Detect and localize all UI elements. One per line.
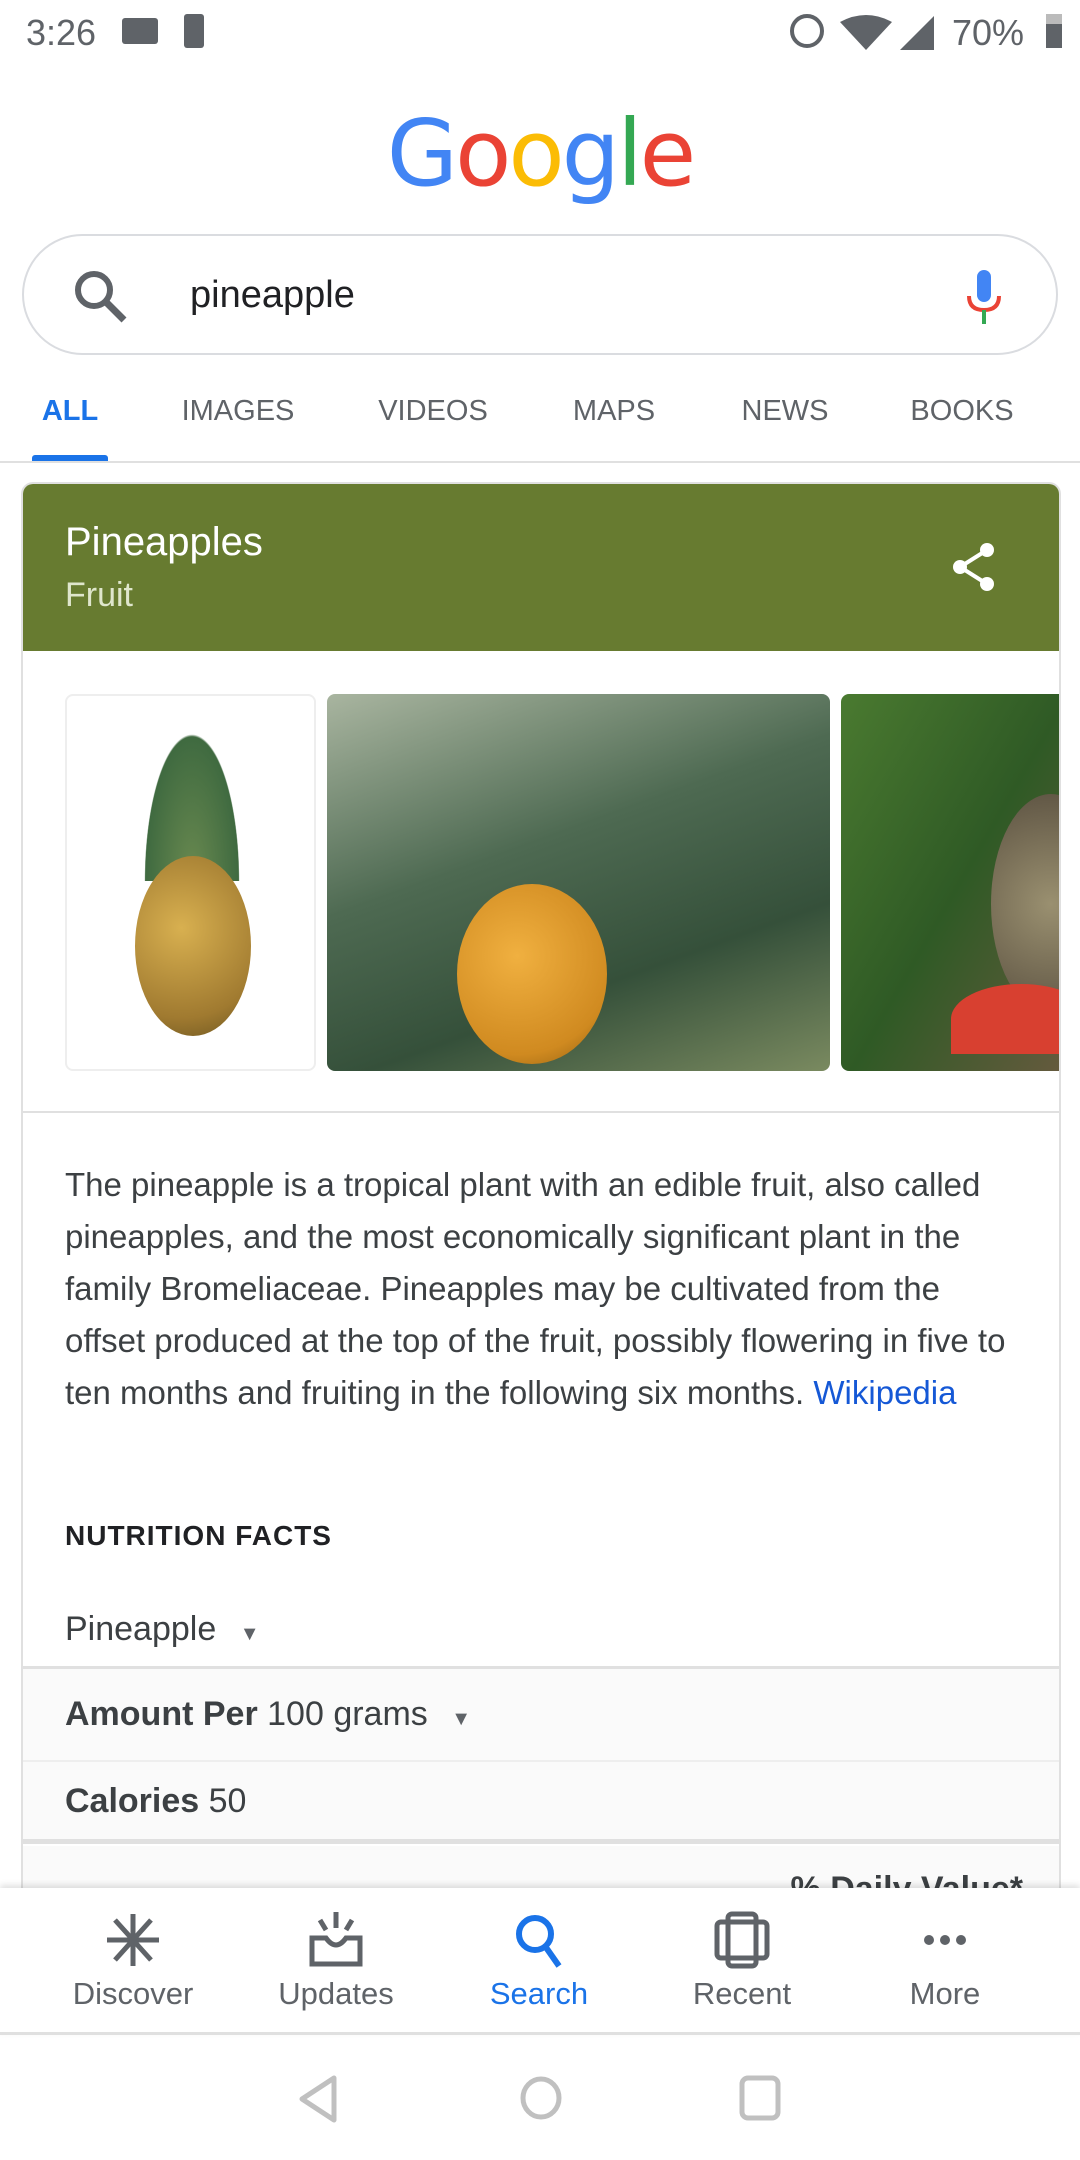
nav-discover[interactable]: Discover [33,1888,233,2035]
tab-books[interactable]: BOOKS [910,395,1013,428]
clock: 3:26 [26,12,97,53]
entity-subtitle: Fruit [65,576,133,614]
nav-more[interactable]: More [845,1888,1045,2035]
image-thumbnail-2[interactable] [327,694,830,1071]
knowledge-panel: Pineapples Fruit The pineapple is a trop… [21,482,1061,1982]
image-thumbnail-1[interactable] [65,694,316,1071]
tab-videos[interactable]: VIDEOS [378,395,488,428]
food-select[interactable]: Pineapple ▼ [65,1610,260,1649]
nav-label: Discover [72,1976,194,2011]
battery-percent: 70% [952,12,1025,53]
status-bar: 3:26 70% [0,0,1080,70]
search-icon [516,1915,562,1968]
home-icon[interactable] [518,2074,564,2122]
back-icon[interactable] [296,2074,340,2124]
calories-value: 50 [208,1782,247,1820]
dropdown-arrow-icon: ▼ [239,1623,260,1645]
amount-label: Amount Per [65,1695,258,1733]
active-tab-indicator [32,455,108,461]
more-icon [924,1935,966,1945]
search-tabs: ALL IMAGES VIDEOS MAPS NEWS BOOKS [0,380,1080,463]
wikipedia-link[interactable]: Wikipedia [813,1374,956,1411]
overview-icon[interactable] [738,2074,784,2122]
tab-images[interactable]: IMAGES [182,395,295,428]
dropdown-arrow-icon: ▼ [451,1708,472,1730]
wifi-signal-icon [840,15,934,50]
nav-label: More [909,1976,981,2011]
nav-updates[interactable]: Updates [236,1888,436,2035]
food-select-value: Pineapple [65,1610,217,1648]
nutrition-heading: NUTRITION FACTS [65,1520,332,1551]
calories-label: Calories [65,1782,200,1820]
notification-icon [122,18,158,44]
tab-all[interactable]: ALL [42,395,98,428]
asterisk-icon [107,1914,159,1966]
speaker-icon [184,14,204,48]
system-navigation-bar [0,2038,1080,2160]
tab-maps[interactable]: MAPS [573,395,655,428]
tab-news[interactable]: NEWS [742,395,829,428]
nav-search[interactable]: Search [439,1888,639,2035]
divider [23,1111,1059,1113]
search-icon[interactable] [72,268,128,324]
alarm-icon [790,14,824,48]
recent-icon [714,1911,770,1969]
bottom-navigation: Discover Updates Search Recent More [0,1888,1080,2035]
nav-label: Recent [692,1976,792,2011]
nav-label: Updates [278,1976,394,2011]
battery-icon [1046,14,1062,48]
entity-description: The pineapple is a tropical plant with a… [65,1159,1025,1419]
microphone-icon[interactable] [964,268,1004,328]
nav-recent[interactable]: Recent [642,1888,842,2035]
amount-per-row[interactable]: Amount Per 100 grams ▼ [23,1666,1059,1762]
share-icon[interactable] [951,542,997,592]
entity-title: Pineapples [65,520,263,564]
image-thumbnail-3[interactable] [841,694,1059,1071]
inbox-icon [309,1912,363,1967]
nav-label: Search [489,1976,589,2011]
calories-row: Calories 50 [23,1762,1059,1844]
amount-value: 100 grams [267,1695,428,1733]
google-logo: Google [386,100,696,207]
search-input[interactable]: pineapple [190,274,355,317]
search-box[interactable]: pineapple [22,234,1058,355]
knowledge-panel-header: Pineapples Fruit [23,484,1059,651]
